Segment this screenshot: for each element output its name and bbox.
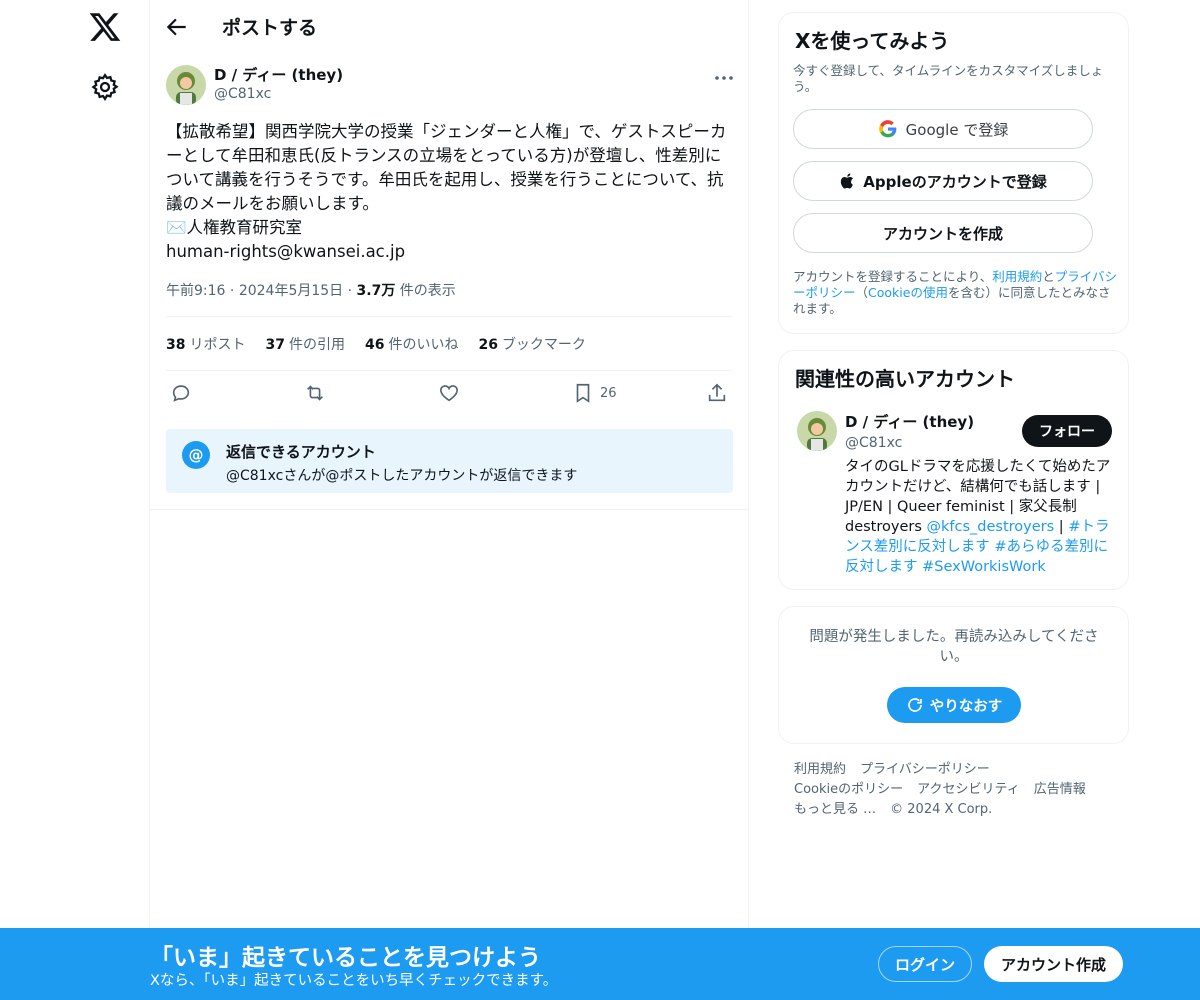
more-options-icon[interactable] [712, 68, 736, 88]
bookmark-icon [576, 383, 590, 403]
create-account-button[interactable]: アカウントを作成 [793, 213, 1093, 253]
reply-restriction-title: 返信できるアカウント [226, 443, 376, 461]
refresh-icon [907, 698, 922, 712]
signup-card-title: Xを使ってみよう [795, 29, 950, 53]
repost-icon [307, 385, 323, 401]
views-count: 3.7万 [356, 283, 396, 299]
tweet-actions: 26 [166, 380, 736, 408]
stat-likes[interactable]: 46 件のいいね [365, 334, 458, 354]
footer-ads-link[interactable]: 広告情報 [1034, 782, 1086, 797]
follow-button[interactable]: フォロー [1022, 415, 1112, 447]
footer-accessibility-link[interactable]: アクセシビリティ [917, 782, 1020, 797]
settings-gear-icon[interactable] [90, 72, 120, 102]
related-accounts-card: 関連性の高いアカウント D / ディー (they) @C81xc フォロー タ… [778, 350, 1129, 590]
banner-signup-button[interactable]: アカウント作成 [984, 946, 1123, 982]
terms-link[interactable]: 利用規約 [992, 269, 1042, 284]
footer-links: 利用規約 プライバシーポリシー Cookieのポリシー アクセシビリティ 広告情報 も… [794, 760, 1100, 820]
related-bio: タイのGLドラマを応援したくて始めたアカウントだけど、結構何でも話します | J… [845, 459, 1111, 575]
retry-label: やりなおす [929, 698, 1003, 715]
tweet-author: D / ディー (they) @C81xc [166, 64, 736, 110]
tweet-text: 【拡散希望】関西学院大学の授業「ジェンダーと人権」で、ゲストスピーカーとして牟田… [166, 122, 727, 261]
page-title: ポストする [222, 17, 318, 39]
footer-copyright: © 2024 X Corp. [890, 802, 993, 817]
bio-mention-link[interactable]: @kfcs_destroyers [927, 519, 1055, 535]
share-icon [708, 383, 726, 402]
signup-card-subtitle: 今すぐ登録して、タイムラインをカスタマイズしましょう。 [793, 63, 1104, 94]
views-label: 件の表示 [399, 283, 456, 299]
footer-terms-link[interactable]: 利用規約 [794, 762, 846, 777]
related-avatar[interactable] [797, 411, 837, 451]
error-card: 問題が発生しました。再読み込みしてください。 やりなおす [778, 606, 1129, 744]
retry-button[interactable]: やりなおす [887, 687, 1021, 723]
stat-quotes[interactable]: 37 件の引用 [265, 334, 344, 354]
stat-bookmarks[interactable]: 26 ブックマーク [478, 334, 585, 354]
reply-button[interactable] [170, 380, 192, 406]
create-account-label: アカウントを作成 [882, 224, 1003, 243]
main-column: ポストする D / ディー (they) @C81xc 【拡散希望】関西学院大学… [149, 0, 749, 1000]
author-name[interactable]: D / ディー (they) [214, 64, 343, 85]
footer-more-link[interactable]: もっと見る … [794, 802, 876, 817]
related-accounts-title: 関連性の高いアカウント [795, 367, 1015, 391]
google-signup-button[interactable]: Google で登録 [793, 109, 1093, 149]
meta-separator: · [229, 283, 239, 299]
reply-restriction-subtitle: @C81xcさんが@ポストしたアカウントが返信できます [226, 468, 578, 484]
apple-signup-button[interactable]: Appleのアカウントで登録 [793, 161, 1093, 201]
banner-title: 「いま」起きていることを見つけよう [150, 945, 541, 971]
signup-legal-text: アカウントを登録することにより、利用規約とプライバシーポリシー（Cookieの使… [793, 269, 1118, 316]
apple-icon [841, 173, 854, 189]
divider [166, 370, 732, 371]
like-button[interactable] [438, 380, 460, 406]
back-arrow-icon[interactable] [164, 14, 190, 40]
divider [166, 316, 732, 317]
footer-cookie-link[interactable]: Cookieのポリシー [794, 782, 903, 797]
tweet-meta: 午前9:16 · 2024年5月15日 · 3.7万 件の表示 [166, 280, 456, 300]
reply-restriction-box: @ 返信できるアカウント @C81xcさんが@ポストしたアカウントが返信できます [166, 429, 733, 493]
signup-banner: 「いま」起きていることを見つけよう Xなら、「いま」起きていることをいち早くチェ… [0, 928, 1200, 1000]
share-button[interactable] [706, 380, 728, 406]
left-nav [0, 0, 150, 1000]
post-header: ポストする [150, 0, 748, 54]
tweet-stats: 38 リポスト 37 件の引用 46 件のいいね 26 ブックマーク [166, 334, 586, 354]
bookmark-count: 26 [600, 385, 617, 401]
repost-button[interactable] [304, 380, 326, 406]
google-icon [878, 120, 896, 138]
tweet-date[interactable]: 2024年5月15日 [239, 283, 343, 299]
mention-icon: @ [182, 441, 210, 469]
reply-icon [172, 385, 190, 402]
author-avatar[interactable] [166, 65, 206, 105]
related-name[interactable]: D / ディー (they) [845, 411, 974, 432]
login-button[interactable]: ログイン [878, 946, 972, 982]
heart-icon [439, 385, 459, 402]
author-handle[interactable]: @C81xc [214, 86, 271, 102]
footer-privacy-link[interactable]: プライバシーポリシー [860, 762, 990, 777]
x-logo-icon[interactable] [88, 10, 122, 44]
signup-card: Xを使ってみよう 今すぐ登録して、タイムラインをカスタマイズしましょう。 Goo… [778, 12, 1129, 334]
tweet-time[interactable]: 午前9:16 [166, 283, 225, 299]
related-handle[interactable]: @C81xc [845, 435, 902, 451]
cookie-link[interactable]: Cookieの使用 [868, 285, 948, 300]
meta-separator: · [347, 283, 357, 299]
apple-signup-label: Appleのアカウントで登録 [863, 172, 1047, 191]
banner-subtitle: Xなら、「いま」起きていることをいち早くチェックできます。 [150, 973, 558, 989]
error-message: 問題が発生しました。再読み込みしてください。 [809, 629, 1099, 665]
bookmark-button[interactable]: 26 [572, 380, 617, 406]
divider [150, 509, 748, 510]
google-signup-label: Google で登録 [905, 120, 1009, 139]
stat-reposts[interactable]: 38 リポスト [166, 334, 245, 354]
